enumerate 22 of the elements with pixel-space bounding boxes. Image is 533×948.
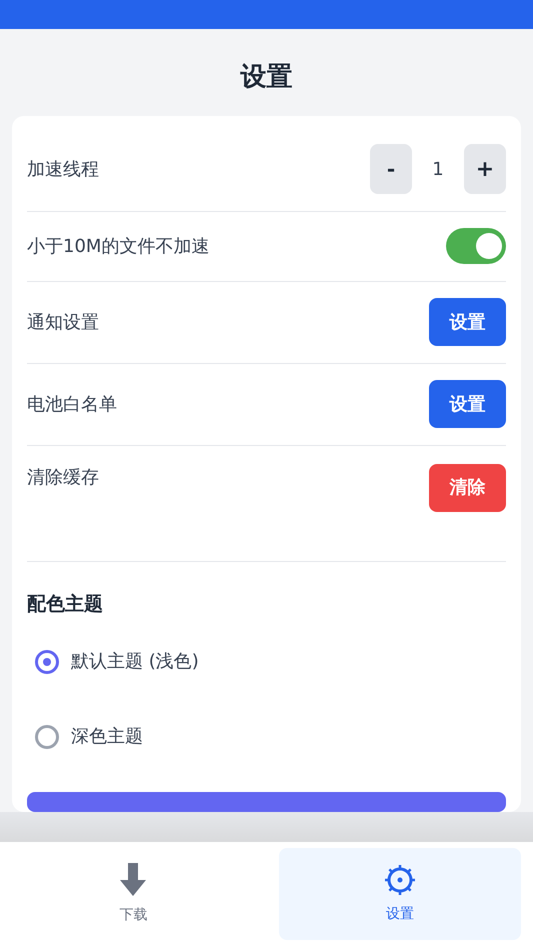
radio-button[interactable] xyxy=(35,650,59,674)
toggle-switch[interactable] xyxy=(446,228,506,264)
radio-label: 深色主题 xyxy=(71,725,143,750)
radio-button[interactable] xyxy=(35,724,59,749)
nav-tab[interactable]: 设置 xyxy=(278,848,521,940)
increment-button[interactable]: + xyxy=(464,144,506,194)
setting-label: 电池白名单 xyxy=(27,392,117,417)
page-title: 设置 xyxy=(240,61,292,94)
action-button[interactable]: 设置 xyxy=(429,380,506,428)
decrement-button[interactable]: - xyxy=(370,144,412,194)
thread-count: 1 xyxy=(431,158,445,182)
action-button[interactable]: 清除 xyxy=(429,464,506,512)
settings-icon xyxy=(384,864,416,896)
action-button[interactable]: 设置 xyxy=(429,298,506,346)
section-heading: 配色主题 xyxy=(27,592,104,618)
setting-label: 加速线程 xyxy=(27,158,99,182)
download-icon xyxy=(120,862,146,896)
setting-label: 小于10M的文件不加速 xyxy=(27,234,210,259)
nav-tab[interactable]: 下载 xyxy=(12,848,254,940)
radio-label: 默认主题 (浅色) xyxy=(71,650,199,674)
setting-label: 清除缓存 xyxy=(27,466,99,490)
setting-label: 通知设置 xyxy=(27,310,99,335)
